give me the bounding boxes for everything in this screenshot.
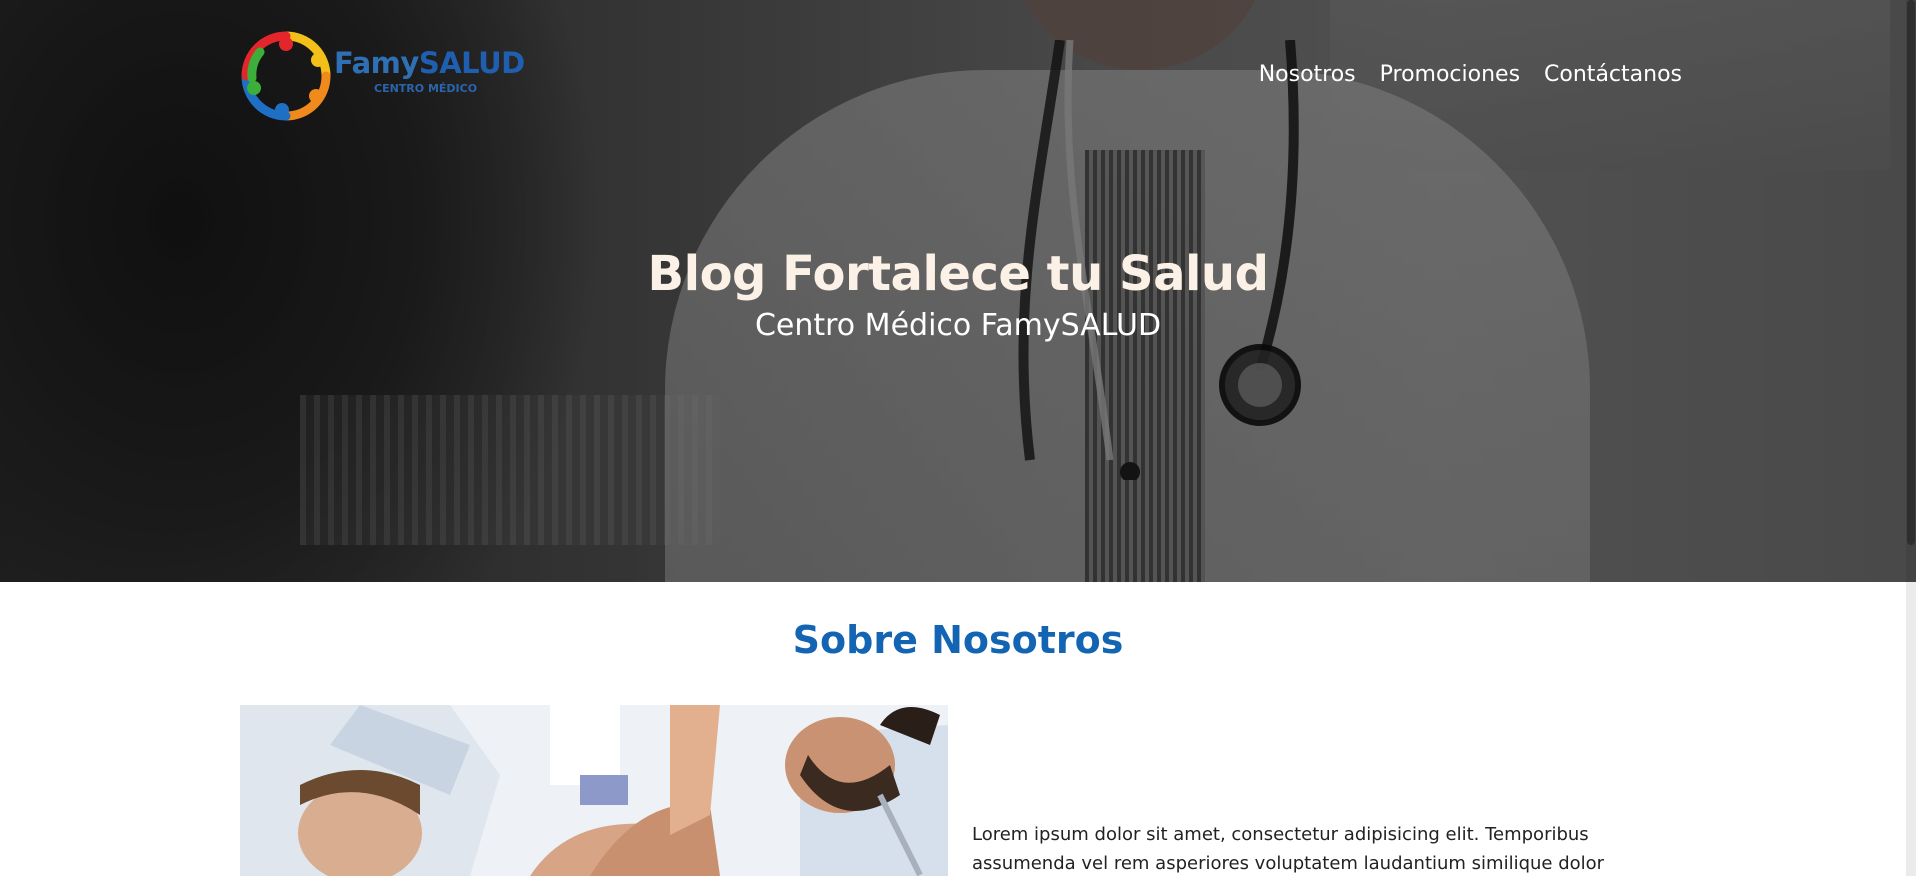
hero-title: Blog Fortalece tu Salud <box>647 246 1269 302</box>
page-scrollbar-thumb[interactable] <box>1907 0 1915 545</box>
main-navigation: Nosotros Promociones Contáctanos <box>1259 62 1682 87</box>
about-paragraph: Lorem ipsum dolor sit amet, consectetur … <box>972 824 1605 874</box>
team-hands-illustration <box>240 705 948 876</box>
team-hands-photo <box>240 705 948 876</box>
page-scrollbar[interactable] <box>1906 0 1916 876</box>
site-logo[interactable]: FamySALUD CENTRO MÉDICO <box>240 30 540 122</box>
about-section-title: Sobre Nosotros <box>792 618 1124 662</box>
logo-brand-famy: Famy <box>334 46 419 80</box>
nav-link-contactanos[interactable]: Contáctanos <box>1544 62 1682 87</box>
logo-people-circle-icon <box>241 31 331 121</box>
hero-subtitle: Centro Médico FamySALUD <box>754 308 1162 343</box>
hero-banner: FamySALUD CENTRO MÉDICO Nosotros Promoci… <box>0 0 1916 582</box>
nav-link-promociones[interactable]: Promociones <box>1380 62 1520 87</box>
logo-tagline: CENTRO MÉDICO <box>374 82 478 95</box>
logo-brand-salud: SALUD <box>418 46 525 80</box>
nav-link-nosotros[interactable]: Nosotros <box>1259 62 1356 87</box>
logo-brand-name: FamySALUD <box>334 46 525 80</box>
page: FamySALUD CENTRO MÉDICO Nosotros Promoci… <box>0 0 1916 876</box>
